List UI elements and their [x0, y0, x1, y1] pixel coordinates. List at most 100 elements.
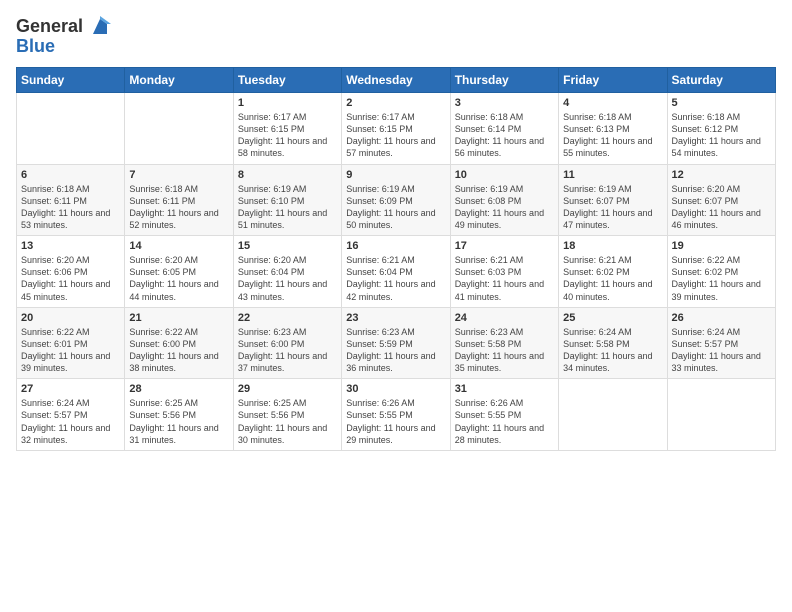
cell-info: Sunrise: 6:20 AMSunset: 6:06 PMDaylight:… — [21, 254, 120, 303]
calendar-cell: 1 Sunrise: 6:17 AMSunset: 6:15 PMDaylight… — [233, 93, 341, 165]
cell-info: Sunrise: 6:17 AMSunset: 6:15 PMDaylight:… — [346, 111, 445, 160]
cell-info: Sunrise: 6:21 AMSunset: 6:04 PMDaylight:… — [346, 254, 445, 303]
cell-info: Sunrise: 6:25 AMSunset: 5:56 PMDaylight:… — [238, 397, 337, 446]
cell-info: Sunrise: 6:26 AMSunset: 5:55 PMDaylight:… — [455, 397, 554, 446]
cell-info: Sunrise: 6:19 AMSunset: 6:08 PMDaylight:… — [455, 183, 554, 232]
calendar-cell: 14 Sunrise: 6:20 AMSunset: 6:05 PMDayligh… — [125, 236, 233, 308]
day-number: 31 — [455, 383, 554, 395]
day-number: 3 — [455, 97, 554, 109]
cell-info: Sunrise: 6:23 AMSunset: 5:58 PMDaylight:… — [455, 326, 554, 375]
cell-info: Sunrise: 6:20 AMSunset: 6:07 PMDaylight:… — [672, 183, 771, 232]
day-number: 9 — [346, 169, 445, 181]
day-number: 11 — [563, 169, 662, 181]
cell-info: Sunrise: 6:17 AMSunset: 6:15 PMDaylight:… — [238, 111, 337, 160]
day-number: 8 — [238, 169, 337, 181]
day-header-friday: Friday — [559, 68, 667, 93]
day-number: 28 — [129, 383, 228, 395]
calendar-header-row: SundayMondayTuesdayWednesdayThursdayFrid… — [17, 68, 776, 93]
cell-info: Sunrise: 6:21 AMSunset: 6:03 PMDaylight:… — [455, 254, 554, 303]
calendar-cell: 24 Sunrise: 6:23 AMSunset: 5:58 PMDayligh… — [450, 307, 558, 379]
cell-info: Sunrise: 6:24 AMSunset: 5:58 PMDaylight:… — [563, 326, 662, 375]
cell-info: Sunrise: 6:22 AMSunset: 6:02 PMDaylight:… — [672, 254, 771, 303]
calendar-cell — [559, 379, 667, 451]
day-number: 30 — [346, 383, 445, 395]
cell-info: Sunrise: 6:18 AMSunset: 6:14 PMDaylight:… — [455, 111, 554, 160]
day-number: 15 — [238, 240, 337, 252]
cell-info: Sunrise: 6:19 AMSunset: 6:10 PMDaylight:… — [238, 183, 337, 232]
day-header-thursday: Thursday — [450, 68, 558, 93]
cell-info: Sunrise: 6:20 AMSunset: 6:05 PMDaylight:… — [129, 254, 228, 303]
day-number: 22 — [238, 312, 337, 324]
cell-info: Sunrise: 6:18 AMSunset: 6:12 PMDaylight:… — [672, 111, 771, 160]
day-header-saturday: Saturday — [667, 68, 775, 93]
calendar-cell — [125, 93, 233, 165]
day-number: 16 — [346, 240, 445, 252]
logo-icon — [89, 16, 111, 38]
day-number: 18 — [563, 240, 662, 252]
logo: General Blue — [16, 16, 111, 57]
calendar-cell: 21 Sunrise: 6:22 AMSunset: 6:00 PMDayligh… — [125, 307, 233, 379]
calendar-cell: 25Sunrise: 6:24 AMSunset: 5:58 PMDayligh… — [559, 307, 667, 379]
calendar-cell: 22 Sunrise: 6:23 AMSunset: 6:00 PMDayligh… — [233, 307, 341, 379]
day-number: 20 — [21, 312, 120, 324]
day-number: 17 — [455, 240, 554, 252]
calendar-cell: 29Sunrise: 6:25 AMSunset: 5:56 PMDayligh… — [233, 379, 341, 451]
cell-info: Sunrise: 6:22 AMSunset: 6:01 PMDaylight:… — [21, 326, 120, 375]
calendar-cell — [667, 379, 775, 451]
page: General Blue SundayMondayTuesdayWednesda… — [0, 0, 792, 612]
calendar-cell: 26Sunrise: 6:24 AMSunset: 5:57 PMDayligh… — [667, 307, 775, 379]
day-number: 1 — [238, 97, 337, 109]
calendar-cell: 23 Sunrise: 6:23 AMSunset: 5:59 PMDayligh… — [342, 307, 450, 379]
calendar-cell: 11 Sunrise: 6:19 AMSunset: 6:07 PMDayligh… — [559, 164, 667, 236]
day-number: 13 — [21, 240, 120, 252]
cell-info: Sunrise: 6:25 AMSunset: 5:56 PMDaylight:… — [129, 397, 228, 446]
calendar-cell: 2 Sunrise: 6:17 AMSunset: 6:15 PMDaylight… — [342, 93, 450, 165]
day-number: 6 — [21, 169, 120, 181]
cell-info: Sunrise: 6:20 AMSunset: 6:04 PMDaylight:… — [238, 254, 337, 303]
cell-info: Sunrise: 6:21 AMSunset: 6:02 PMDaylight:… — [563, 254, 662, 303]
calendar-cell: 31 Sunrise: 6:26 AMSunset: 5:55 PMDayligh… — [450, 379, 558, 451]
logo-blue: Blue — [16, 36, 111, 57]
calendar-cell: 19 Sunrise: 6:22 AMSunset: 6:02 PMDayligh… — [667, 236, 775, 308]
day-header-wednesday: Wednesday — [342, 68, 450, 93]
cell-info: Sunrise: 6:26 AMSunset: 5:55 PMDaylight:… — [346, 397, 445, 446]
day-number: 26 — [672, 312, 771, 324]
day-header-sunday: Sunday — [17, 68, 125, 93]
calendar-week-2: 6 Sunrise: 6:18 AMSunset: 6:11 PMDaylight… — [17, 164, 776, 236]
cell-info: Sunrise: 6:18 AMSunset: 6:11 PMDaylight:… — [129, 183, 228, 232]
calendar-cell: 17 Sunrise: 6:21 AMSunset: 6:03 PMDayligh… — [450, 236, 558, 308]
calendar-cell: 18 Sunrise: 6:21 AMSunset: 6:02 PMDayligh… — [559, 236, 667, 308]
cell-info: Sunrise: 6:19 AMSunset: 6:07 PMDaylight:… — [563, 183, 662, 232]
day-number: 10 — [455, 169, 554, 181]
day-number: 21 — [129, 312, 228, 324]
calendar-cell: 6Sunrise: 6:18 AMSunset: 6:11 PMDaylight… — [17, 164, 125, 236]
day-number: 5 — [672, 97, 771, 109]
calendar-cell: 8 Sunrise: 6:19 AMSunset: 6:10 PMDaylight… — [233, 164, 341, 236]
cell-info: Sunrise: 6:18 AMSunset: 6:13 PMDaylight:… — [563, 111, 662, 160]
header: General Blue — [16, 16, 776, 57]
day-number: 24 — [455, 312, 554, 324]
day-number: 14 — [129, 240, 228, 252]
day-number: 27 — [21, 383, 120, 395]
calendar-cell: 27 Sunrise: 6:24 AMSunset: 5:57 PMDayligh… — [17, 379, 125, 451]
calendar-cell: 10 Sunrise: 6:19 AMSunset: 6:08 PMDayligh… — [450, 164, 558, 236]
calendar-body: 1 Sunrise: 6:17 AMSunset: 6:15 PMDaylight… — [17, 93, 776, 451]
cell-info: Sunrise: 6:23 AMSunset: 6:00 PMDaylight:… — [238, 326, 337, 375]
day-number: 2 — [346, 97, 445, 109]
day-number: 7 — [129, 169, 228, 181]
calendar-cell: 15 Sunrise: 6:20 AMSunset: 6:04 PMDayligh… — [233, 236, 341, 308]
calendar-cell: 5 Sunrise: 6:18 AMSunset: 6:12 PMDaylight… — [667, 93, 775, 165]
day-number: 23 — [346, 312, 445, 324]
cell-info: Sunrise: 6:19 AMSunset: 6:09 PMDaylight:… — [346, 183, 445, 232]
day-number: 19 — [672, 240, 771, 252]
cell-info: Sunrise: 6:23 AMSunset: 5:59 PMDaylight:… — [346, 326, 445, 375]
calendar-week-3: 13 Sunrise: 6:20 AMSunset: 6:06 PMDayligh… — [17, 236, 776, 308]
calendar-week-4: 20 Sunrise: 6:22 AMSunset: 6:01 PMDayligh… — [17, 307, 776, 379]
calendar-cell: 9 Sunrise: 6:19 AMSunset: 6:09 PMDaylight… — [342, 164, 450, 236]
calendar-cell: 13 Sunrise: 6:20 AMSunset: 6:06 PMDayligh… — [17, 236, 125, 308]
calendar-cell: 20 Sunrise: 6:22 AMSunset: 6:01 PMDayligh… — [17, 307, 125, 379]
cell-info: Sunrise: 6:22 AMSunset: 6:00 PMDaylight:… — [129, 326, 228, 375]
calendar-cell: 16 Sunrise: 6:21 AMSunset: 6:04 PMDayligh… — [342, 236, 450, 308]
cell-info: Sunrise: 6:24 AMSunset: 5:57 PMDaylight:… — [21, 397, 120, 446]
logo-general: General — [16, 16, 111, 38]
